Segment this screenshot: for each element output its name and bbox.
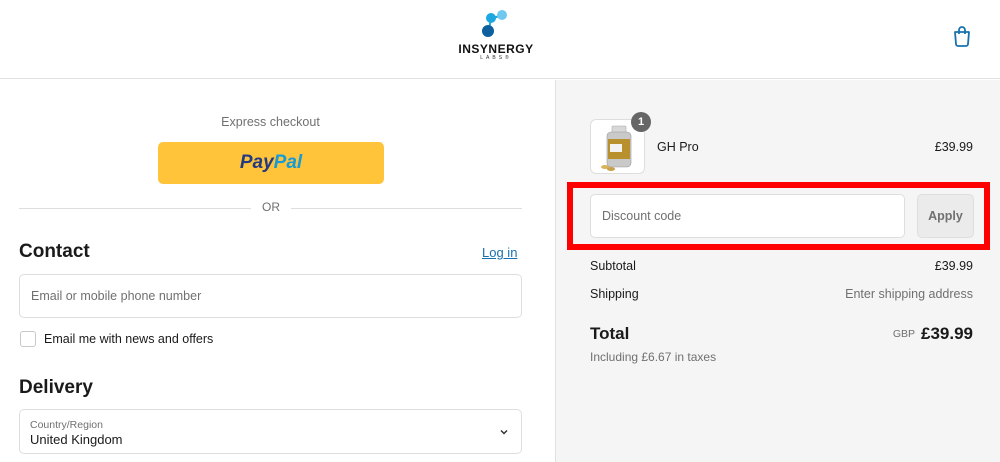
- shipping-label: Shipping: [590, 287, 639, 301]
- brand-name: INSYNERGY: [458, 42, 534, 56]
- brand-logo[interactable]: INSYNERGY LABS®: [455, 8, 537, 64]
- subtotal-label: Subtotal: [590, 259, 636, 273]
- highlight-annotation-box: [567, 182, 990, 250]
- total-label: Total: [590, 324, 630, 343]
- country-select[interactable]: Country/Region United Kingdom: [19, 409, 522, 454]
- quantity-badge: 1: [631, 112, 651, 132]
- express-checkout-label: Express checkout: [221, 115, 320, 129]
- newsletter-checkbox[interactable]: [20, 331, 36, 347]
- paypal-button[interactable]: Pay Pal: [158, 142, 384, 184]
- divider-line-right: [291, 208, 522, 209]
- chevron-down-icon: [500, 429, 508, 435]
- molecule-icon: [482, 10, 507, 37]
- or-divider: OR: [19, 200, 522, 216]
- order-summary: 1 GH Pro £39.99 Apply Subtotal £39.99 Sh…: [555, 80, 1000, 462]
- log-in-link[interactable]: Log in: [482, 245, 517, 260]
- brand-sub: LABS®: [480, 55, 512, 61]
- shopping-bag-icon: [954, 26, 970, 47]
- total-amount: GBP £39.99: [756, 324, 973, 344]
- cart-button[interactable]: [950, 24, 974, 48]
- email-field-wrapper: [19, 274, 522, 318]
- tax-note: Including £6.67 in taxes: [590, 350, 717, 364]
- total-value: £39.99: [921, 324, 973, 343]
- paypal-logo-part2: Pal: [273, 152, 303, 173]
- newsletter-label: Email me with news and offers: [44, 332, 214, 346]
- delivery-heading: Delivery: [19, 377, 93, 398]
- or-text: OR: [262, 200, 280, 214]
- checkout-form-column: Express checkout Pay Pal OR Contact Log i…: [0, 80, 555, 462]
- total-currency: GBP: [892, 328, 915, 340]
- country-value: United Kingdom: [30, 432, 123, 447]
- product-name: GH Pro: [657, 140, 699, 154]
- divider-line-left: [19, 208, 251, 209]
- product-price: £39.99: [934, 140, 973, 154]
- contact-heading: Contact: [19, 241, 90, 262]
- paypal-logo-part1: Pay: [239, 152, 274, 173]
- checkout-header: INSYNERGY LABS®: [0, 0, 1000, 79]
- email-field[interactable]: [20, 275, 521, 317]
- shipping-value: Enter shipping address: [845, 287, 973, 301]
- country-label: Country/Region: [30, 419, 103, 431]
- subtotal-value: £39.99: [934, 259, 973, 273]
